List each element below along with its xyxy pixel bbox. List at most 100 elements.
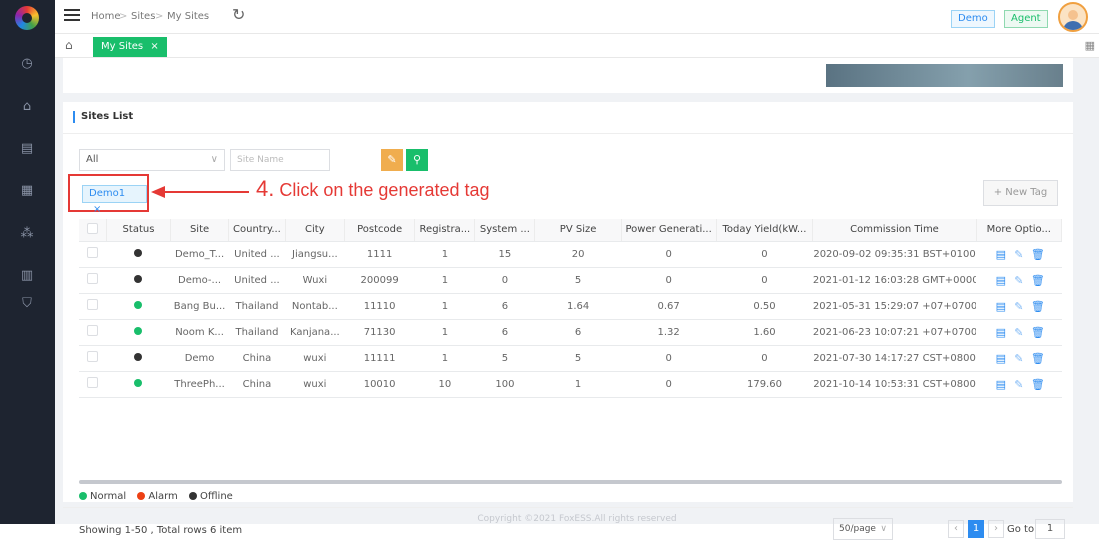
header-checkbox[interactable]: [79, 219, 107, 242]
row-checkbox-cell[interactable]: [79, 293, 107, 320]
site-cell[interactable]: Bang Bu...: [170, 293, 229, 320]
delete-icon[interactable]: 🗑: [1031, 274, 1045, 287]
delete-icon[interactable]: 🗑: [1031, 300, 1045, 313]
header-power-generation[interactable]: Power Generati...: [621, 219, 717, 242]
main-content: Sites List All ∨ Site Name ✎ ⚲ Demo1 × 4…: [55, 58, 1099, 540]
chevron-down-icon: ∨: [210, 154, 218, 165]
edit-icon[interactable]: ✎: [1013, 300, 1025, 313]
user-avatar[interactable]: [1058, 2, 1088, 32]
site-cell[interactable]: Demo_T...: [170, 241, 229, 268]
header-city[interactable]: City: [285, 219, 345, 242]
list-icon[interactable]: ▤: [19, 141, 35, 157]
tag-demo1[interactable]: Demo1 ×: [82, 185, 147, 215]
row-checkbox-cell[interactable]: [79, 345, 107, 372]
new-tag-button[interactable]: + New Tag: [983, 180, 1058, 206]
edit-icon[interactable]: ✎: [1013, 378, 1025, 391]
shield-icon[interactable]: ⛉: [19, 296, 35, 312]
edit-icon[interactable]: ✎: [1013, 248, 1025, 261]
edit-icon[interactable]: ✎: [1013, 352, 1025, 365]
row-checkbox[interactable]: [87, 351, 99, 362]
detail-icon[interactable]: ▤: [995, 352, 1007, 365]
today-yield-cell: 0.50: [716, 293, 813, 320]
site-cell[interactable]: Noom K...: [170, 319, 229, 346]
sidebar: ◷ ⌂ ▤ ▦ ⁂ ▥ ⛉: [0, 0, 55, 524]
clear-button[interactable]: ✎: [381, 149, 403, 171]
document-icon[interactable]: ▦: [19, 183, 35, 199]
detail-icon[interactable]: ▤: [995, 300, 1007, 313]
top-bar: Home > Sites > My Sites ↻ Demo Agent: [55, 0, 1099, 34]
map-image[interactable]: [826, 64, 1063, 87]
site-cell[interactable]: Demo-...: [170, 267, 229, 294]
system-cell: 0: [474, 267, 535, 294]
row-checkbox[interactable]: [87, 377, 99, 388]
power-generation-cell: 0: [621, 345, 717, 372]
power-generation-cell: 1.32: [621, 319, 717, 346]
header-commission-time[interactable]: Commission Time: [812, 219, 977, 242]
menu-icon[interactable]: [64, 9, 80, 23]
header-status[interactable]: Status: [106, 219, 172, 242]
site-cell[interactable]: ThreePh...: [170, 371, 229, 398]
delete-icon[interactable]: 🗑: [1031, 352, 1045, 365]
row-checkbox[interactable]: [87, 273, 99, 284]
select-all-checkbox[interactable]: [86, 222, 98, 234]
city-cell: Jiangsu...: [285, 241, 345, 268]
row-checkbox-cell[interactable]: [79, 267, 107, 294]
status-dot: [134, 326, 143, 335]
row-checkbox-cell[interactable]: [79, 371, 107, 398]
header-site[interactable]: Site: [170, 219, 230, 242]
filter-select[interactable]: All ∨: [79, 149, 225, 171]
demo-role-badge[interactable]: Demo: [951, 10, 995, 28]
detail-icon[interactable]: ▤: [995, 326, 1007, 339]
header-country[interactable]: Country...: [228, 219, 286, 242]
delete-icon[interactable]: 🗑: [1031, 248, 1045, 261]
close-icon[interactable]: ×: [150, 41, 158, 52]
agent-role-badge[interactable]: Agent: [1004, 10, 1048, 28]
breadcrumb-sites[interactable]: Sites: [131, 11, 155, 22]
power-generation-cell: 0: [621, 371, 717, 398]
home-icon[interactable]: ⌂: [19, 99, 35, 115]
row-checkbox[interactable]: [87, 325, 99, 336]
row-checkbox[interactable]: [87, 247, 99, 258]
dashboard-icon[interactable]: ◷: [19, 56, 35, 72]
header-postcode[interactable]: Postcode: [344, 219, 416, 242]
org-chart-icon[interactable]: ⁂: [19, 226, 35, 242]
grid-icon[interactable]: ▦: [1085, 39, 1095, 52]
header-pv-size[interactable]: PV Size: [534, 219, 622, 242]
table-row[interactable]: Demo China wuxi 11111 1 5 5 0 0 2021-07-30 14:17:…: [79, 345, 1062, 372]
detail-icon[interactable]: ▤: [995, 248, 1007, 261]
bar-chart-icon[interactable]: ▥: [19, 268, 35, 284]
header-system[interactable]: System ...: [474, 219, 536, 242]
row-checkbox-cell[interactable]: [79, 319, 107, 346]
header-today-yield[interactable]: Today Yield(kW...: [716, 219, 814, 242]
postcode-cell: 11111: [344, 345, 415, 372]
header-registration[interactable]: Registra...: [414, 219, 476, 242]
edit-icon[interactable]: ✎: [1013, 326, 1025, 339]
detail-icon[interactable]: ▤: [995, 378, 1007, 391]
search-button[interactable]: ⚲: [406, 149, 428, 171]
row-checkbox-cell[interactable]: [79, 241, 107, 268]
detail-icon[interactable]: ▤: [995, 274, 1007, 287]
site-cell[interactable]: Demo: [170, 345, 229, 372]
tab-my-sites[interactable]: My Sites ×: [93, 37, 167, 57]
home-tab-icon[interactable]: ⌂: [65, 38, 73, 52]
table-row[interactable]: Noom K... Thailand Kanjana... 71130 1 6 6 1.32 1…: [79, 319, 1062, 346]
actions-cell: ▤ ✎ 🗑: [976, 241, 1062, 268]
table-row[interactable]: ThreePh... China wuxi 10010 10 100 1 0 179.60 202…: [79, 371, 1062, 398]
horizontal-scrollbar[interactable]: [79, 480, 1062, 484]
delete-icon[interactable]: 🗑: [1031, 326, 1045, 339]
refresh-icon[interactable]: ↻: [232, 5, 245, 24]
table-row[interactable]: Demo-... United ... Wuxi 200099 1 0 5 0 0 2021-01…: [79, 267, 1062, 294]
site-name-input[interactable]: Site Name: [230, 149, 330, 171]
table-row[interactable]: Bang Bu... Thailand Nontab... 11110 1 6 1.64 0.…: [79, 293, 1062, 320]
delete-icon[interactable]: 🗑: [1031, 378, 1045, 391]
country-cell: Thailand: [228, 293, 286, 320]
status-dot: [134, 248, 143, 257]
divider: [63, 133, 1073, 134]
edit-icon[interactable]: ✎: [1013, 274, 1025, 287]
row-checkbox[interactable]: [87, 299, 99, 310]
sites-list-card: Sites List All ∨ Site Name ✎ ⚲ Demo1 × 4…: [63, 102, 1073, 540]
table-row[interactable]: Demo_T... United ... Jiangsu... 1111 1 15 20 0 0…: [79, 241, 1062, 268]
tag-label: Demo1: [89, 188, 126, 199]
close-icon[interactable]: ×: [93, 204, 101, 215]
breadcrumb-home[interactable]: Home: [91, 11, 121, 22]
